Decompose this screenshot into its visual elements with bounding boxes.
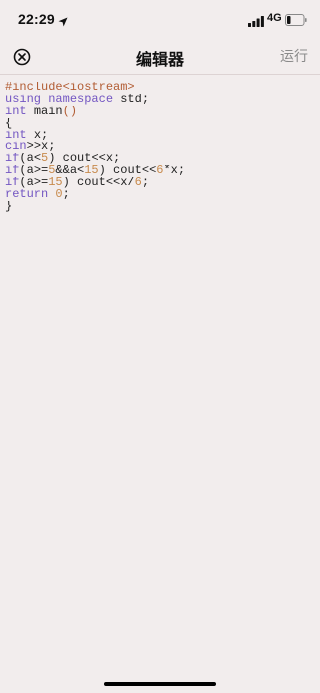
network-type-label: 4G <box>267 12 282 24</box>
code-line[interactable]: if(a>=15) cout<<x/6; <box>5 177 316 189</box>
code-line[interactable]: if(a>=5&&a<15) cout<<6*x; <box>5 165 316 177</box>
run-button[interactable]: 运行 <box>280 46 308 66</box>
code-line[interactable]: return 0; <box>5 189 316 201</box>
code-line[interactable]: using namespace std; <box>5 94 316 106</box>
close-button[interactable] <box>11 46 33 68</box>
battery-icon <box>285 13 307 26</box>
code-line[interactable]: int main() <box>5 106 316 118</box>
code-line[interactable]: int x; <box>5 130 316 142</box>
code-line[interactable]: cin>>x; <box>5 141 316 153</box>
code-editor[interactable]: #include<iostream> using namespace std; in… <box>5 82 316 213</box>
code-line[interactable]: #include<iostream> <box>5 82 316 94</box>
close-circle-icon <box>13 48 31 66</box>
status-time: 22:29 <box>18 11 55 27</box>
location-arrow-icon <box>58 14 68 27</box>
code-line[interactable]: } <box>5 201 316 213</box>
code-line[interactable]: { <box>5 118 316 130</box>
nav-bar: 编辑器 运行 <box>0 40 320 75</box>
home-indicator[interactable] <box>104 682 216 686</box>
code-line[interactable]: if(a<5) cout<<x; <box>5 153 316 165</box>
status-bar: 22:29 4G <box>0 0 320 40</box>
signal-bars-icon <box>248 14 264 27</box>
page-title: 编辑器 <box>135 52 184 69</box>
